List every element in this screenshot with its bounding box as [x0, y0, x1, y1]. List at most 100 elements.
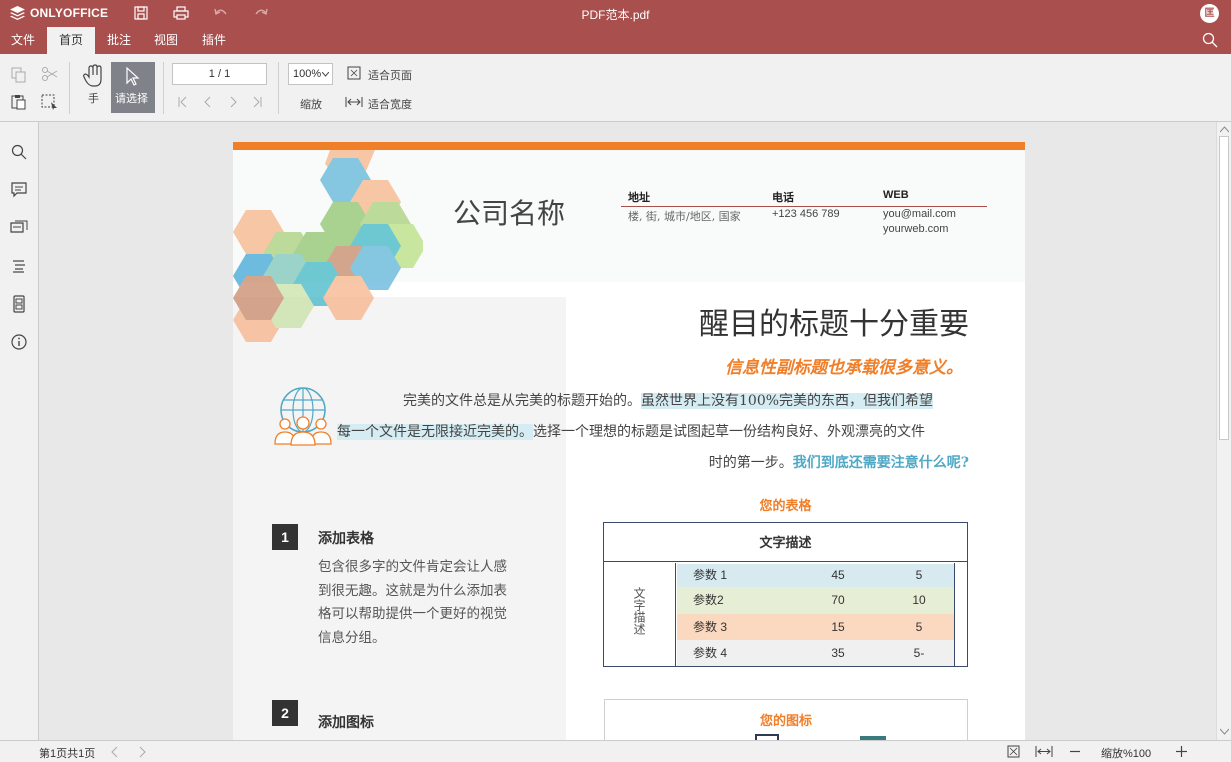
table-cell: 70 — [831, 593, 845, 607]
table-header: 文字描述 — [604, 523, 967, 562]
previous-page-icon[interactable] — [201, 95, 215, 109]
hand-icon[interactable] — [83, 64, 105, 88]
comments-icon[interactable] — [10, 181, 28, 199]
phone-value: +123 456 789 — [772, 208, 840, 220]
info-icon[interactable] — [10, 333, 28, 351]
fit-page-icon[interactable] — [347, 66, 361, 80]
contact-divider — [621, 206, 987, 207]
left-panel-bg — [233, 297, 566, 740]
last-page-icon[interactable] — [250, 95, 264, 109]
user-avatar[interactable]: 匡 — [1200, 4, 1219, 23]
table-cell: 15 — [831, 620, 845, 634]
subhead: 信息性副标题也承载很多意义。 — [725, 358, 963, 377]
tab-comments[interactable]: 批注 — [96, 27, 142, 54]
headings-icon[interactable] — [10, 257, 28, 275]
fit-page-label[interactable]: 适合页面 — [368, 67, 412, 83]
fit-page-icon[interactable] — [1007, 745, 1020, 758]
status-bar: 第1页共1页 缩放%100 — [0, 740, 1231, 762]
search-icon[interactable] — [1202, 32, 1218, 48]
table-cell: 参数 4 — [693, 646, 728, 660]
previous-page-icon[interactable] — [110, 746, 120, 758]
table-cell: 5- — [913, 646, 925, 660]
copy-icon[interactable] — [11, 67, 27, 83]
document-viewer[interactable]: 公司名称 地址 楼, 街, 城市/地区, 国家 电话 +123 456 789 … — [39, 122, 1216, 740]
paste-icon[interactable] — [11, 94, 27, 110]
page-info: 第1页共1页 — [39, 748, 96, 760]
table-cell: 参数2 — [693, 593, 724, 607]
toolbar-separator — [163, 62, 164, 114]
highlighted-text: 虽然世界上没有100%完美的东西，但我们希望 — [641, 393, 934, 409]
company-name: 公司名称 — [453, 197, 566, 230]
table-divider — [954, 563, 955, 666]
first-page-icon[interactable] — [176, 95, 190, 109]
scroll-up-icon[interactable] — [1220, 126, 1229, 133]
title-bar: ONLYOFFICE PDF范本.pdf 匡 — [0, 0, 1231, 27]
section-line: 格可以帮助提供一个更好的视觉 — [318, 606, 507, 622]
data-table: 文字描述 文字描述 参数 1 45 5 参数2 70 10 参数 3 15 5 参数 4 35 5- — [603, 522, 968, 667]
cut-icon[interactable] — [41, 66, 59, 82]
section-number: 2 — [272, 700, 298, 726]
section-title: 添加表格 — [318, 530, 374, 546]
table-cell: 5 — [915, 620, 923, 634]
cursor-icon — [126, 67, 140, 86]
document-title: PDF范本.pdf — [581, 8, 650, 22]
highlighted-text: 每一个文件是无限接近完美的。 — [337, 424, 533, 440]
thumbnails-icon[interactable] — [10, 295, 28, 313]
scroll-thumb[interactable] — [1219, 136, 1229, 440]
table-side-label: 文字描述 — [632, 587, 646, 635]
body-line-3: 时的第一步。我们到底还需要注意什么呢? — [709, 452, 969, 472]
question-text: 我们到底还需要注意什么呢? — [792, 455, 969, 471]
address-value: 楼, 街, 城市/地区, 国家 — [628, 210, 741, 223]
table-row: 参数2 70 10 — [677, 587, 954, 614]
global-team-icon — [274, 387, 332, 446]
next-page-icon[interactable] — [226, 95, 240, 109]
fit-width-label[interactable]: 适合宽度 — [368, 96, 412, 112]
select-all-icon[interactable] — [41, 94, 59, 110]
menu-bar: 文件 首页 批注 视图 插件 — [0, 27, 1231, 54]
zoom-out-icon[interactable] — [1069, 745, 1081, 758]
section-line: 信息分组。 — [318, 629, 386, 646]
web-email: you@mail.com — [883, 208, 956, 220]
table-row: 参数 3 15 5 — [677, 614, 954, 640]
scroll-down-icon[interactable] — [1220, 728, 1229, 735]
page-number-input[interactable]: 1 / 1 — [172, 63, 267, 85]
table-side-cell: 文字描述 — [604, 563, 676, 666]
table-cell: 参数 1 — [693, 568, 728, 582]
zoom-in-icon[interactable] — [1175, 745, 1188, 758]
zoom-select[interactable]: 100% — [288, 63, 333, 85]
tab-plugins[interactable]: 插件 — [190, 27, 238, 54]
select-tool-label: 请选择 — [115, 93, 148, 105]
tab-view[interactable]: 视图 — [143, 27, 189, 54]
body-text: 选择一个理想的标题是试图起草一份结构良好、外观漂亮的文件 — [533, 424, 925, 440]
pdf-page: 公司名称 地址 楼, 街, 城市/地区, 国家 电话 +123 456 789 … — [233, 142, 1025, 740]
toolbar-separator — [278, 62, 279, 114]
select-tool-button[interactable]: 请选择 — [111, 62, 155, 113]
annotations-icon[interactable] — [10, 219, 28, 237]
web-url: yourweb.com — [883, 223, 949, 235]
toolbar: 手 请选择 1 / 1 100% 缩放 适合页面 适合宽度 — [0, 54, 1231, 122]
vertical-scrollbar[interactable] — [1216, 122, 1231, 740]
body-text: 时的第一步。 — [708, 455, 793, 471]
fit-width-icon[interactable] — [1035, 745, 1053, 758]
tab-home[interactable]: 首页 — [47, 27, 95, 54]
fit-width-icon[interactable] — [345, 95, 363, 109]
table-cell: 5 — [915, 568, 923, 582]
body-line-1: 完美的文件总是从完美的标题开始的。虽然世界上没有100%完美的东西，但我们希望 — [403, 390, 934, 410]
body-line-2: 每一个文件是无限接近完美的。选择一个理想的标题是试图起草一份结构良好、外观漂亮的… — [337, 421, 925, 441]
next-page-icon[interactable] — [137, 746, 147, 758]
hand-tool-label[interactable]: 手 — [88, 90, 99, 106]
section-title: 添加图标 — [318, 714, 374, 730]
tab-file[interactable]: 文件 — [0, 27, 46, 54]
body-text: 完美的文件总是从完美的标题开始的。 — [403, 393, 641, 409]
table-cell: 参数 3 — [693, 620, 728, 634]
table-cell: 35 — [831, 646, 845, 660]
section-line: 包含很多字的文件肯定会让人感 — [318, 559, 507, 575]
table-cell: 10 — [912, 593, 926, 607]
top-accent-bar — [233, 142, 1025, 150]
search-icon[interactable] — [10, 143, 28, 161]
section-line: 到很无趣。这就是为什么添加表 — [318, 582, 507, 599]
toolbar-separator — [69, 62, 70, 114]
table-row: 参数 1 45 5 — [677, 564, 954, 587]
left-sidebar — [0, 122, 39, 740]
icon-box: 您的图标 — [604, 699, 968, 740]
